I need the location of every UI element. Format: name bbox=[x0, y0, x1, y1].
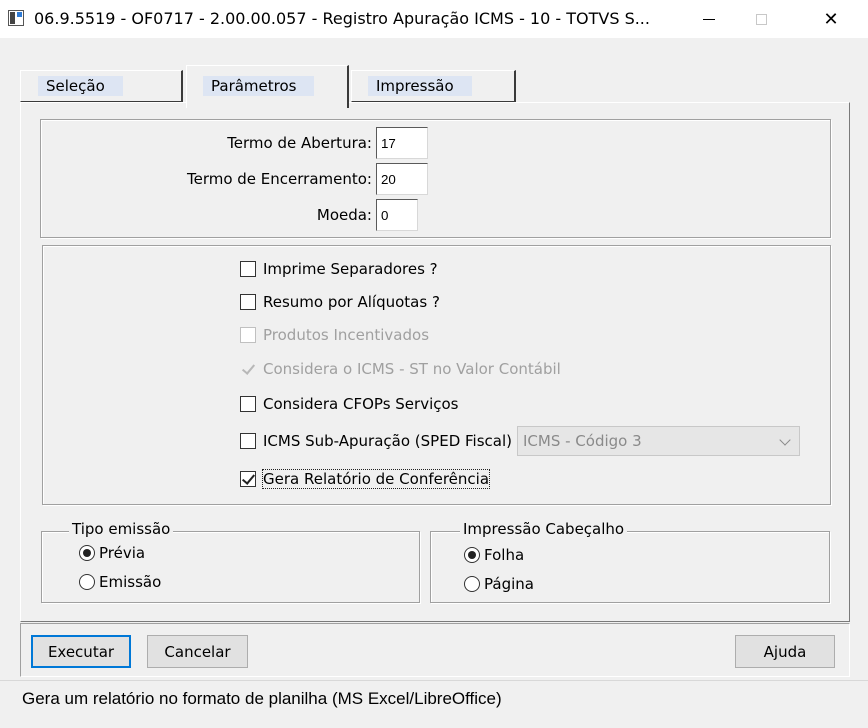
minimize-icon bbox=[703, 18, 715, 20]
cancelar-button[interactable]: Cancelar bbox=[147, 635, 248, 668]
checkbox-label: Gera Relatório de Conferência bbox=[261, 469, 491, 489]
radio-dot-icon bbox=[83, 549, 91, 557]
checkmark-icon bbox=[241, 361, 256, 375]
termo-abertura-input[interactable] bbox=[376, 127, 428, 159]
termo-abertura-label: Termo de Abertura: bbox=[227, 134, 372, 152]
ajuda-button[interactable]: Ajuda bbox=[735, 635, 835, 668]
checkbox-label: Considera o ICMS - ST no Valor Contábil bbox=[263, 360, 561, 378]
checkbox-box[interactable] bbox=[240, 433, 256, 449]
checkbox-box[interactable] bbox=[240, 261, 256, 277]
tipo-emissao-group bbox=[41, 531, 420, 603]
chevron-down-icon bbox=[779, 434, 791, 446]
app-icon bbox=[8, 10, 24, 26]
checkbox-label: Imprime Separadores ? bbox=[263, 260, 438, 278]
terms-group bbox=[40, 119, 831, 238]
close-icon: ✕ bbox=[823, 8, 839, 30]
considera-icms-st-checkbox: Considera o ICMS - ST no Valor Contábil bbox=[240, 357, 561, 381]
close-button[interactable]: ✕ bbox=[808, 0, 854, 38]
radio-label: Página bbox=[484, 575, 534, 593]
tipo-emissao-legend: Tipo emissão bbox=[69, 520, 174, 538]
minimize-button[interactable] bbox=[686, 0, 732, 38]
checkbox-box bbox=[240, 361, 256, 377]
tab-parametros[interactable]: Parâmetros bbox=[186, 65, 349, 108]
checkmark-icon bbox=[241, 471, 256, 485]
maximize-button bbox=[738, 0, 784, 38]
select-value: ICMS - Código 3 bbox=[523, 432, 642, 450]
radio-label: Emissão bbox=[99, 573, 162, 591]
checkbox-box[interactable] bbox=[240, 396, 256, 412]
radio-circle[interactable] bbox=[79, 545, 95, 561]
tab-label: Seleção bbox=[38, 76, 123, 96]
considera-cfops-servicos-checkbox[interactable]: Considera CFOPs Serviços bbox=[240, 392, 459, 416]
tab-label: Parâmetros bbox=[203, 76, 315, 96]
previa-radio[interactable]: Prévia bbox=[79, 544, 145, 562]
folha-radio[interactable]: Folha bbox=[464, 546, 524, 564]
moeda-label: Moeda: bbox=[316, 206, 372, 224]
checkbox-box bbox=[240, 327, 256, 343]
moeda-input[interactable] bbox=[376, 199, 418, 231]
tab-label: Impressão bbox=[368, 76, 472, 96]
icms-sub-apuracao-checkbox[interactable]: ICMS Sub-Apuração (SPED Fiscal) bbox=[240, 429, 512, 453]
pagina-radio[interactable]: Página bbox=[464, 575, 534, 593]
checkbox-label: Resumo por Alíquotas ? bbox=[263, 293, 440, 311]
checkbox-label: ICMS Sub-Apuração (SPED Fiscal) bbox=[263, 432, 512, 450]
button-panel bbox=[20, 623, 850, 677]
radio-circle[interactable] bbox=[464, 547, 480, 563]
window-title: 06.9.5519 - OF0717 - 2.00.00.057 - Regis… bbox=[34, 9, 650, 28]
tab-impressao[interactable]: Impressão bbox=[351, 70, 516, 102]
radio-dot-icon bbox=[468, 551, 476, 559]
termo-encerramento-label: Termo de Encerramento: bbox=[186, 170, 372, 188]
checkbox-label: Considera CFOPs Serviços bbox=[263, 395, 459, 413]
checkbox-box[interactable] bbox=[240, 294, 256, 310]
maximize-icon bbox=[755, 13, 767, 25]
radio-circle[interactable] bbox=[464, 576, 480, 592]
gera-relatorio-conferencia-checkbox[interactable]: Gera Relatório de Conferência bbox=[240, 467, 491, 491]
radio-circle[interactable] bbox=[79, 574, 95, 590]
executar-button[interactable]: Executar bbox=[31, 635, 131, 668]
termo-encerramento-input[interactable] bbox=[376, 163, 428, 195]
resumo-aliquotas-checkbox[interactable]: Resumo por Alíquotas ? bbox=[240, 290, 440, 314]
checkbox-box[interactable] bbox=[240, 471, 256, 487]
produtos-incentivados-checkbox: Produtos Incentivados bbox=[240, 323, 429, 347]
status-text: Gera um relatório no formato de planilha… bbox=[22, 689, 502, 708]
checkbox-label: Produtos Incentivados bbox=[263, 326, 430, 344]
impressao-cabecalho-legend: Impressão Cabeçalho bbox=[460, 520, 628, 538]
imprime-separadores-checkbox[interactable]: Imprime Separadores ? bbox=[240, 257, 438, 281]
radio-label: Folha bbox=[484, 546, 525, 564]
radio-label: Prévia bbox=[99, 544, 146, 562]
tab-selecao[interactable]: Seleção bbox=[20, 70, 183, 102]
emissao-radio[interactable]: Emissão bbox=[79, 573, 161, 591]
icms-codigo-select: ICMS - Código 3 bbox=[517, 426, 800, 456]
